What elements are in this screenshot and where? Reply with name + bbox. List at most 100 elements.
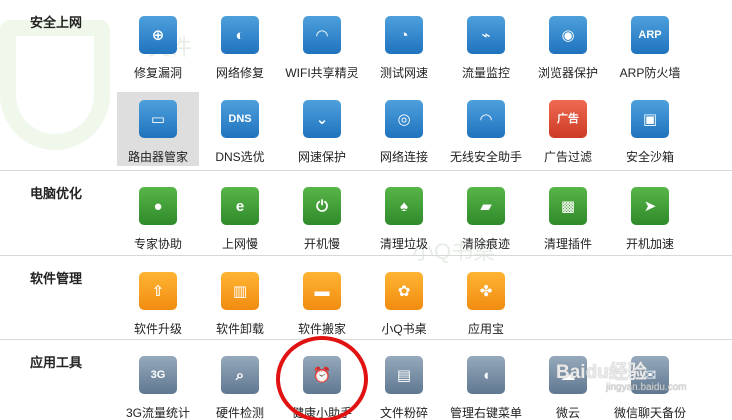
browser-shield-icon: ◉ xyxy=(549,16,587,54)
tool-dns-button[interactable]: DNS DNS选优 xyxy=(199,92,281,166)
tool-shredder-button[interactable]: ▤ 文件粉碎 xyxy=(363,348,445,420)
speedometer-icon: ◔ xyxy=(385,16,423,54)
tool-label: 清除痕迹 xyxy=(461,237,510,251)
tool-arp-firewall-button[interactable]: ARP ARP防火墙 xyxy=(609,8,691,82)
icon-glyph: ◠ xyxy=(316,26,328,44)
icon-glyph: ⌕ xyxy=(235,366,245,384)
icon-glyph: ▥ xyxy=(232,282,248,300)
puzzle-icon: ▩ xyxy=(549,187,587,225)
icon-glyph: ▰ xyxy=(480,197,492,215)
globe-repair-icon: ◐ xyxy=(221,16,259,54)
tool-slow-internet-button[interactable]: e 上网慢 xyxy=(199,179,281,253)
tool-router-button[interactable]: ▭ 路由器管家 xyxy=(117,92,199,166)
tool-slow-boot-button[interactable]: ⏻ 开机慢 xyxy=(281,179,363,253)
tool-label: 网络修复 xyxy=(215,66,264,80)
section-2: 软件管理 ⇧ 软件升级 ▥ 软件卸载 ▬ 软件搬家 ✿ 小Q书桌 ✤ 应用宝 xyxy=(0,256,732,340)
network-connect-icon: ◎ xyxy=(385,100,423,138)
dns-icon: DNS xyxy=(221,100,259,138)
tool-trash-button[interactable]: ▥ 软件卸载 xyxy=(199,264,281,338)
icon-glyph: ♠ xyxy=(400,197,408,215)
tool-network-connect-button[interactable]: ◎ 网络连接 xyxy=(363,92,445,166)
tool-sandbox-button[interactable]: ▣ 安全沙箱 xyxy=(609,92,691,166)
truck-icon: ▬ xyxy=(303,272,341,310)
tool-wireless-security-button[interactable]: ◠ 无线安全助手 xyxy=(445,92,527,166)
section-title: 安全上网 xyxy=(30,15,83,30)
traffic-chart-icon: ⌁ xyxy=(467,16,505,54)
slow-boot-icon: ⏻ xyxy=(303,187,341,225)
tool-label: DNS选优 xyxy=(215,150,265,164)
icon-glyph: ◐ xyxy=(235,26,245,44)
icon-glyph: 3G xyxy=(150,368,166,381)
tool-eraser-button[interactable]: ▰ 清除痕迹 xyxy=(445,179,527,253)
icon-glyph: ▩ xyxy=(560,197,576,215)
tool-label: 网速保护 xyxy=(297,150,346,164)
tool-label: 专家协助 xyxy=(133,237,182,251)
icon-glyph: ⌄ xyxy=(315,110,329,128)
tool-globe-repair-button[interactable]: ◐ 网络修复 xyxy=(199,8,281,82)
trash-icon: ▥ xyxy=(221,272,259,310)
sandbox-icon: ▣ xyxy=(631,100,669,138)
tool-mouse-button[interactable]: ◖ 管理右键菜单 xyxy=(445,348,527,420)
shield-repair-icon: ⊕ xyxy=(139,16,177,54)
icon-glyph: ▭ xyxy=(150,110,166,128)
tool-3g-button[interactable]: 3G 3G流量统计 xyxy=(117,348,199,420)
icon-glyph: ⇧ xyxy=(151,282,165,300)
icon-glyph: ◉ xyxy=(561,26,575,44)
tool-label: 修复漏洞 xyxy=(133,66,182,80)
tool-label: 开机慢 xyxy=(303,237,340,251)
tool-ad-filter-button[interactable]: 广告 广告过滤 xyxy=(527,92,609,166)
broom-icon: ♠ xyxy=(385,187,423,225)
section-1: 电脑优化 ● 专家协助 e 上网慢 ⏻ 开机慢 ♠ 清理垃圾 ▰ 清除痕迹 ▩ 清理插件 ➤ 开机加速 xyxy=(0,171,732,256)
tool-label: 应用宝 xyxy=(467,322,504,336)
tool-shield-repair-button[interactable]: ⊕ 修复漏洞 xyxy=(117,8,199,82)
tool-browser-shield-button[interactable]: ◉ 浏览器保护 xyxy=(527,8,609,82)
tool-broom-button[interactable]: ♠ 清理垃圾 xyxy=(363,179,445,253)
shredder-icon: ▤ xyxy=(385,356,423,394)
tool-speed-shield-button[interactable]: ⌄ 网速保护 xyxy=(281,92,363,166)
tool-upgrade-button[interactable]: ⇧ 软件升级 xyxy=(117,264,199,338)
tool-wifi-button[interactable]: ◠ WIFI共享精灵 xyxy=(281,8,363,82)
tool-label: 广告过滤 xyxy=(543,150,592,164)
tool-label: 浏览器保护 xyxy=(537,66,598,80)
rocket-icon: ➤ xyxy=(631,187,669,225)
app-store-icon: ✤ xyxy=(467,272,505,310)
baidu-watermark-subtext: jingyan.baidu.com xyxy=(606,382,687,393)
icon-glyph: ◔ xyxy=(399,26,409,44)
icon-glyph: 广告 xyxy=(557,112,579,125)
section-title: 应用工具 xyxy=(30,355,83,370)
speed-shield-icon: ⌄ xyxy=(303,100,341,138)
icon-glyph: ✿ xyxy=(397,282,411,300)
tool-truck-button[interactable]: ▬ 软件搬家 xyxy=(281,264,363,338)
tool-label: 微信聊天备份 xyxy=(613,406,686,420)
tool-label: 流量监控 xyxy=(461,66,510,80)
annotation-circle xyxy=(276,336,368,420)
section-title: 电脑优化 xyxy=(30,186,83,201)
tool-label: 上网慢 xyxy=(221,237,258,251)
tool-label: 软件升级 xyxy=(133,322,182,336)
icon-glyph: ◖ xyxy=(481,366,491,384)
tool-speedometer-button[interactable]: ◔ 测试网速 xyxy=(363,8,445,82)
icon-glyph: ● xyxy=(153,197,163,215)
ad-filter-icon: 广告 xyxy=(549,100,587,138)
tool-rocket-button[interactable]: ➤ 开机加速 xyxy=(609,179,691,253)
tool-traffic-chart-button[interactable]: ⌁ 流量监控 xyxy=(445,8,527,82)
icon-glyph: ⌁ xyxy=(481,26,491,44)
tool-label: 安全沙箱 xyxy=(625,150,674,164)
tool-label: 3G流量统计 xyxy=(125,406,190,420)
slow-internet-icon: e xyxy=(221,187,259,225)
tool-puzzle-button[interactable]: ▩ 清理插件 xyxy=(527,179,609,253)
icon-glyph: ⊕ xyxy=(151,26,165,44)
tool-label: 小Q书桌 xyxy=(381,322,427,336)
3g-icon: 3G xyxy=(139,356,177,394)
icon-glyph: ▣ xyxy=(642,110,658,128)
tool-label: 清理垃圾 xyxy=(379,237,428,251)
arp-firewall-icon: ARP xyxy=(631,16,669,54)
wifi-icon: ◠ xyxy=(303,16,341,54)
tool-desk-button[interactable]: ✿ 小Q书桌 xyxy=(363,264,445,338)
tool-label: 路由器管家 xyxy=(127,150,188,164)
tool-app-store-button[interactable]: ✤ 应用宝 xyxy=(445,264,527,338)
icon-glyph: ⏻ xyxy=(316,197,328,215)
tool-hardware-check-button[interactable]: ⌕ 硬件检测 xyxy=(199,348,281,420)
tool-expert-button[interactable]: ● 专家协助 xyxy=(117,179,199,253)
tool-label: 软件卸载 xyxy=(215,322,264,336)
